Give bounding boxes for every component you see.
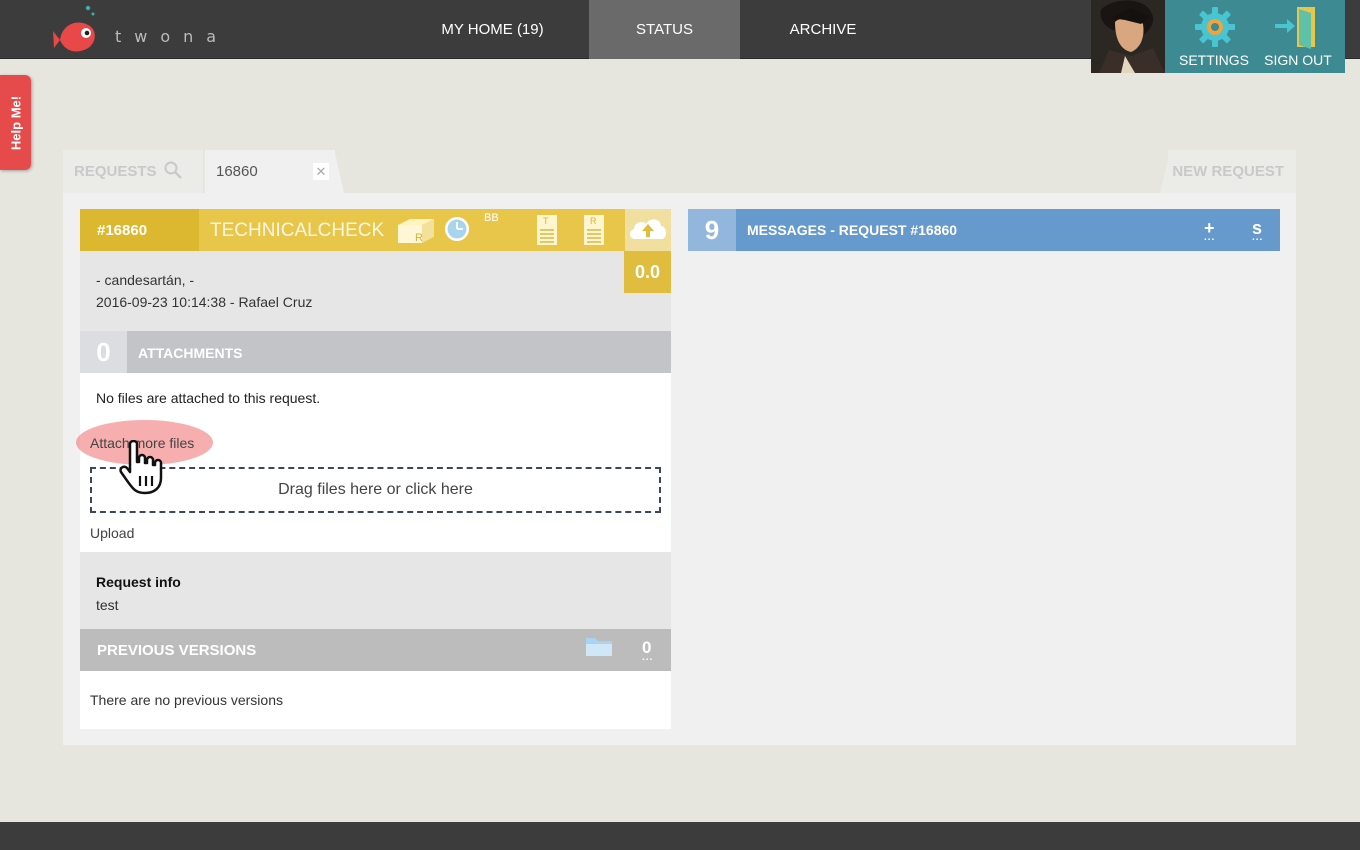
nav-status[interactable]: STATUS — [589, 0, 740, 59]
help-me-tab[interactable]: Help Me! — [0, 75, 31, 170]
request-header: #16860 TECHNICALCHECK R BB T R — [80, 209, 671, 251]
document-icon[interactable]: R — [583, 214, 605, 251]
request-meta: 2016-09-23 10:14:38 - Rafael Cruz — [96, 294, 313, 310]
file-dropzone[interactable]: Drag files here or click here — [90, 467, 661, 513]
request-type: TECHNICALCHECK — [210, 220, 385, 241]
clock-icon[interactable] — [444, 216, 470, 247]
settings-label: SETTINGS — [1178, 52, 1249, 68]
request-info-section — [80, 552, 671, 629]
t-label: T — [543, 216, 549, 226]
attachments-title: ATTACHMENTS — [138, 345, 243, 361]
tab-requests-label: REQUESTS — [74, 163, 157, 180]
request-details — [80, 251, 624, 331]
folder-icon[interactable] — [585, 635, 613, 662]
bb-label: BB — [484, 212, 499, 224]
tab-active-label: 16860 — [216, 163, 258, 180]
tab-requests[interactable]: REQUESTS — [63, 150, 203, 193]
pointer-hand-icon — [118, 439, 170, 501]
document-icon[interactable]: T — [536, 214, 558, 251]
s-button[interactable]: s ... — [1252, 218, 1262, 243]
gear-icon — [1193, 5, 1237, 52]
close-icon[interactable]: ✕ — [313, 163, 329, 180]
attachments-count: 0 — [80, 331, 127, 373]
cloud-upload-icon[interactable] — [625, 209, 671, 251]
door-exit-icon — [1273, 5, 1323, 52]
footer-bar — [0, 822, 1360, 850]
previous-versions-count[interactable]: 0 ... — [642, 638, 652, 663]
sign-out-button[interactable]: SIGN OUT — [1253, 0, 1343, 73]
tab-new-request[interactable]: NEW REQUEST — [1168, 150, 1296, 193]
messages-header: 9 MESSAGES - REQUEST #16860 + ... s ... — [688, 209, 1280, 251]
avatar[interactable] — [1091, 0, 1165, 73]
request-info-text: test — [96, 597, 119, 613]
logo-text: twona — [115, 27, 230, 46]
sign-out-label: SIGN OUT — [1264, 52, 1332, 68]
no-files-text: No files are attached to this request. — [96, 390, 321, 406]
previous-versions-title: PREVIOUS VERSIONS — [97, 642, 257, 659]
settings-button[interactable]: SETTINGS — [1169, 0, 1259, 73]
previous-versions-dots: ... — [642, 652, 654, 663]
messages-count: 9 — [688, 209, 736, 251]
nav-archive[interactable]: ARCHIVE — [740, 0, 906, 59]
nav-my-home[interactable]: MY HOME (19) — [405, 0, 580, 59]
previous-versions-header: PREVIOUS VERSIONS 0 ... — [80, 629, 671, 671]
s-dots: ... — [1252, 232, 1264, 243]
r-label: R — [415, 232, 423, 244]
dropzone-label: Drag files here or click here — [278, 481, 473, 498]
tab-edge — [328, 150, 344, 193]
request-id: #16860 — [80, 209, 199, 251]
add-message-button[interactable]: + ... — [1204, 218, 1215, 243]
request-info-title: Request info — [96, 574, 181, 590]
messages-title: MESSAGES - REQUEST #16860 — [747, 222, 958, 238]
user-menu: SETTINGS SIGN OUT — [1165, 0, 1345, 73]
request-details-side — [624, 293, 671, 331]
help-me-label: Help Me! — [8, 95, 24, 151]
search-icon[interactable] — [163, 160, 183, 184]
tab-new-request-label: NEW REQUEST — [1172, 163, 1284, 180]
box-icon[interactable]: R — [396, 215, 436, 250]
request-product: - candesartán, - — [96, 272, 195, 288]
attachments-header: 0 ATTACHMENTS — [80, 331, 671, 373]
fish-logo-icon[interactable] — [52, 4, 102, 58]
no-previous-versions-text: There are no previous versions — [90, 692, 283, 708]
upload-button[interactable]: Upload — [90, 525, 134, 541]
add-dots: ... — [1204, 232, 1216, 243]
request-score: 0.0 — [624, 251, 671, 293]
r-label: R — [590, 216, 597, 226]
